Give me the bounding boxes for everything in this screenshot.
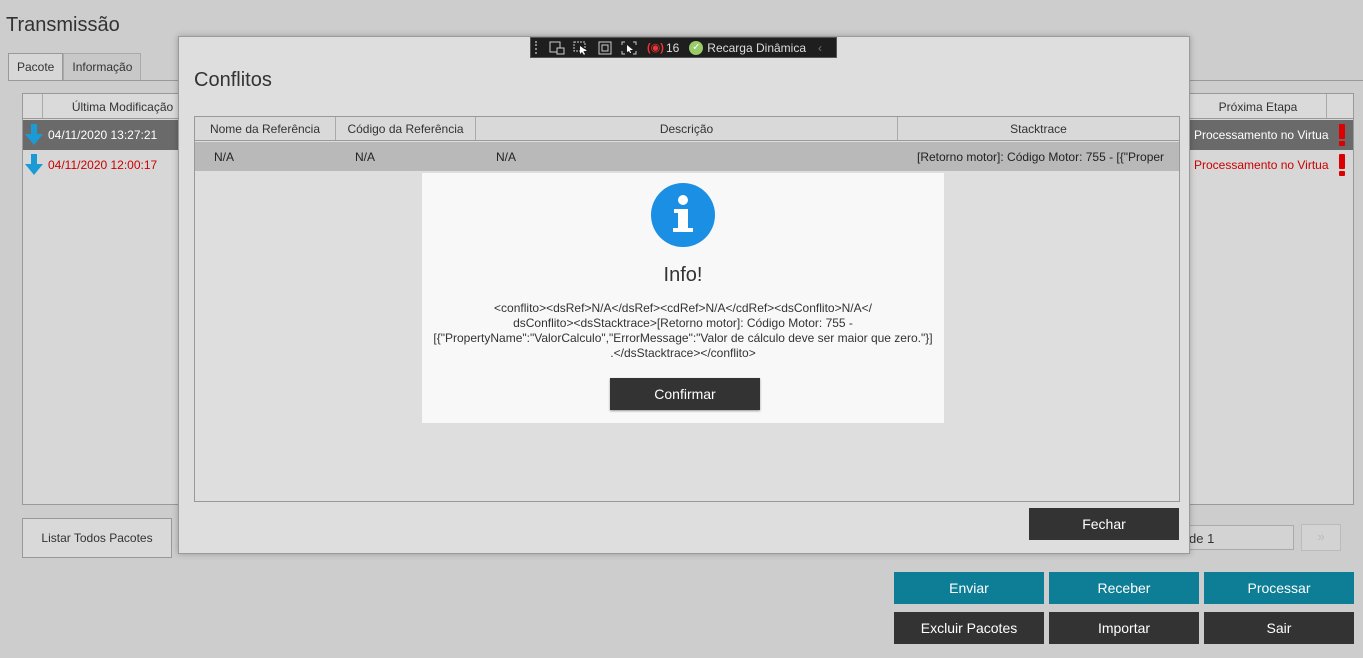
row-etapa: Processamento no Virtua [1194,158,1329,172]
binding-failures-count: 16 [665,40,680,55]
info-title: Info! [663,264,703,286]
download-arrow-icon [25,124,43,145]
track-focus-icon[interactable] [621,41,637,55]
tab-bar: Pacote Informação [8,53,142,81]
error-exclamation-icon [1339,124,1345,146]
header-icon-column [23,94,43,118]
hot-reload-check-icon: ✓ [689,40,704,55]
info-message: <conflito><dsRef>N/A</dsRef><cdRef>N/A</… [430,301,936,361]
enviar-button[interactable]: Enviar [894,572,1044,604]
cell-descricao: N/A [496,150,517,164]
receber-button[interactable]: Receber [1049,572,1199,604]
drag-grip-icon[interactable] [535,41,541,54]
info-icon [651,183,715,247]
column-descricao[interactable]: Descrição [476,117,898,140]
binding-failures-icon[interactable]: (◉) [647,41,664,54]
next-page-button[interactable]: » [1301,524,1341,551]
tab-pacote[interactable]: Pacote [8,53,64,81]
pagination-indicator: de 1 [1180,525,1294,550]
cell-codigo: N/A [355,150,376,164]
info-message-line: dsConflito><dsStacktrace>[Retorno motor]… [513,316,853,330]
row-etapa: Processamento no Virtua [1194,128,1329,142]
cell-nome: N/A [214,150,235,164]
row-date: 04/11/2020 12:00:17 [48,158,158,172]
table-row[interactable]: N/A N/A N/A [Retorno motor]: Código Moto… [195,142,1179,171]
error-exclamation-icon [1339,154,1345,176]
column-stacktrace[interactable]: Stacktrace [898,117,1179,140]
row-date: 04/11/2020 13:27:21 [48,128,158,142]
window-title: Transmissão [6,14,120,36]
info-modal: Info! <conflito><dsRef>N/A</dsRef><cdRef… [422,173,944,423]
column-codigo-referencia[interactable]: Código da Referência [336,117,476,140]
importar-button[interactable]: Importar [1049,612,1199,644]
excluir-pacotes-button[interactable]: Excluir Pacotes [894,612,1044,644]
column-proxima-etapa[interactable]: Próxima Etapa [1189,94,1327,118]
fechar-button[interactable]: Fechar [1029,508,1179,540]
list-all-packages-button[interactable]: Listar Todos Pacotes [22,518,172,558]
conflicts-grid-header: Nome da Referência Código da Referência … [195,117,1179,141]
live-tree-icon[interactable] [549,41,565,55]
select-element-icon[interactable] [573,41,589,55]
debug-toolbar: (◉) 16 ✓ Recarga Dinâmica ‹ [530,37,837,58]
hot-reload-label[interactable]: Recarga Dinâmica [707,41,806,55]
layout-adorners-icon[interactable] [597,41,613,55]
info-message-line: <conflito><dsRef>N/A</dsRef><cdRef>N/A</… [494,301,872,315]
collapse-chevron-icon[interactable]: ‹ [818,41,822,55]
tab-informacao[interactable]: Informação [63,53,142,80]
confirmar-button[interactable]: Confirmar [610,378,760,410]
dialog-title: Conflitos [194,69,272,91]
info-message-line: [{"PropertyName":"ValorCalculo","ErrorMe… [433,331,933,345]
download-arrow-icon [25,154,43,175]
cell-stacktrace: [Retorno motor]: Código Motor: 755 - [{"… [917,150,1165,164]
column-nome-referencia[interactable]: Nome da Referência [195,117,336,140]
sair-button[interactable]: Sair [1204,612,1354,644]
processar-button[interactable]: Processar [1204,572,1354,604]
info-message-line: .</dsStacktrace></conflito> [610,346,756,360]
